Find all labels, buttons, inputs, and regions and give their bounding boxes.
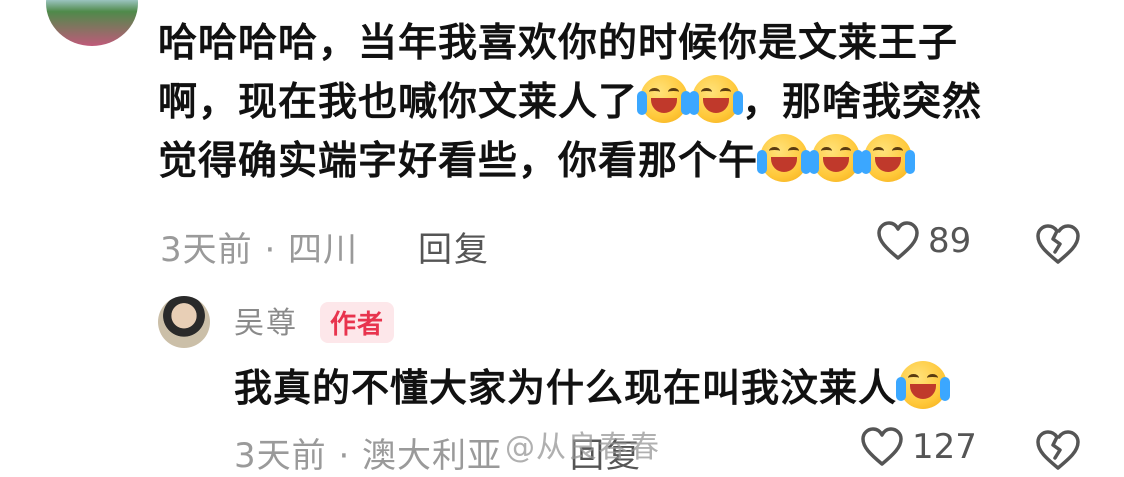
comment-like-count: 89: [928, 221, 972, 261]
reply-author-name[interactable]: 吴尊: [234, 298, 298, 342]
comment-text: 哈哈哈哈，当年我喜欢你的时候你是文莱王子 啊，现在我也喊你文莱人了 ，那啥我突然 …: [158, 14, 1068, 191]
commenter-avatar[interactable]: [46, 0, 138, 46]
reply-timestamp-location: 3天前 · 澳大利亚: [234, 436, 503, 476]
comment-line-1: 哈哈哈哈，当年我喜欢你的时候你是文莱王子: [158, 21, 959, 66]
comment-like-button[interactable]: 89: [876, 220, 971, 262]
loudly-crying-face-icon: [637, 75, 692, 123]
broken-heart-icon[interactable]: [1034, 428, 1082, 472]
sob-face-icon: [757, 134, 812, 182]
broken-heart-icon[interactable]: [1034, 222, 1082, 266]
heart-outline-icon: [877, 221, 919, 260]
reply-like-count: 127: [912, 427, 977, 467]
watermark: @从良春春: [505, 430, 660, 465]
reply-author-avatar[interactable]: [158, 296, 210, 348]
loudly-crying-face-icon: [896, 361, 951, 409]
sob-face-icon: [861, 134, 916, 182]
loudly-crying-face-icon: [689, 75, 744, 123]
comment-line-3: 觉得确实端字好看些，你看那个午: [158, 132, 1068, 191]
author-badge: 作者: [320, 302, 395, 343]
comment-reply-button[interactable]: 回复: [418, 222, 490, 271]
sob-face-icon: [809, 134, 864, 182]
reply-like-button[interactable]: 127: [860, 426, 977, 468]
comment-line-2: 啊，现在我也喊你文莱人了 ，那啥我突然: [158, 73, 1068, 132]
comment-timestamp-location: 3天前 · 四川: [160, 230, 359, 270]
heart-outline-icon: [861, 427, 903, 466]
reply-text: 我真的不懂大家为什么现在叫我汶莱人: [234, 357, 951, 412]
